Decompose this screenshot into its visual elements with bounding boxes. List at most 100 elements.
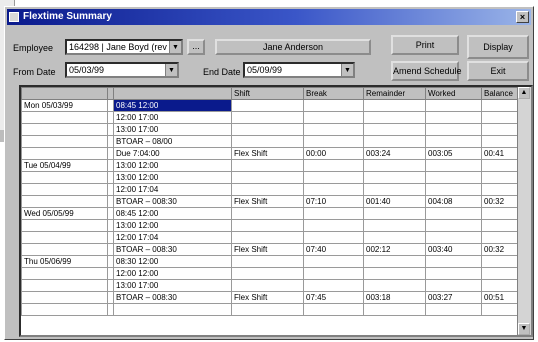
- table-cell[interactable]: [481, 99, 520, 112]
- table-cell[interactable]: [21, 135, 108, 148]
- table-row[interactable]: Wed 05/05/99 08:45 12:00: [21, 207, 520, 220]
- table-cell[interactable]: [425, 183, 482, 196]
- table-cell[interactable]: [303, 207, 364, 220]
- table-cell[interactable]: 00:32: [481, 195, 520, 208]
- table-cell[interactable]: [425, 111, 482, 124]
- table-cell[interactable]: 004:08: [425, 195, 482, 208]
- table-cell[interactable]: [481, 171, 520, 184]
- table-row[interactable]: 13:00 12:00: [21, 219, 520, 232]
- table-cell[interactable]: 002:12: [363, 243, 426, 256]
- table-cell[interactable]: [363, 111, 426, 124]
- table-cell[interactable]: [425, 255, 482, 268]
- table-cell[interactable]: [21, 219, 108, 232]
- table-cell[interactable]: 001:40: [363, 195, 426, 208]
- exit-button[interactable]: Exit: [467, 61, 529, 81]
- table-cell[interactable]: [21, 123, 108, 136]
- table-cell[interactable]: [303, 123, 364, 136]
- table-row[interactable]: 13:00 12:00: [21, 171, 520, 184]
- table-row[interactable]: 12:00 12:00: [21, 267, 520, 280]
- table-cell[interactable]: [303, 159, 364, 172]
- table-cell[interactable]: [363, 267, 426, 280]
- table-cell[interactable]: [425, 159, 482, 172]
- table-cell[interactable]: [21, 291, 108, 304]
- from-date-field[interactable]: 05/03/99 ▼: [65, 62, 179, 78]
- table-cell[interactable]: 003:24: [363, 147, 426, 160]
- table-cell[interactable]: 07:40: [303, 243, 364, 256]
- table-cell[interactable]: [231, 279, 304, 292]
- table-cell[interactable]: BTOAR – 008:30: [113, 195, 232, 208]
- column-header[interactable]: Shift: [231, 87, 304, 100]
- table-cell[interactable]: [231, 111, 304, 124]
- table-cell[interactable]: [231, 123, 304, 136]
- table-cell[interactable]: Wed 05/05/99: [21, 207, 108, 220]
- table-cell[interactable]: [481, 267, 520, 280]
- table-cell[interactable]: [231, 99, 304, 112]
- table-row[interactable]: 13:00 17:00: [21, 279, 520, 292]
- lookup-button[interactable]: ...: [187, 39, 205, 55]
- table-cell[interactable]: [21, 111, 108, 124]
- table-cell[interactable]: Mon 05/03/99: [21, 99, 108, 112]
- table-cell[interactable]: Tue 05/04/99: [21, 159, 108, 172]
- employee-field[interactable]: 164298 | Jane Boyd (rev 4) ▼: [65, 39, 183, 55]
- table-cell[interactable]: [481, 279, 520, 292]
- close-button[interactable]: ×: [516, 11, 529, 23]
- table-cell[interactable]: 08:45 12:00: [113, 207, 232, 220]
- print-button[interactable]: Print: [391, 35, 459, 55]
- table-cell[interactable]: BTOAR – 008:30: [113, 243, 232, 256]
- table-cell[interactable]: [303, 231, 364, 244]
- table-cell[interactable]: [231, 219, 304, 232]
- table-cell[interactable]: [363, 231, 426, 244]
- table-cell[interactable]: [231, 207, 304, 220]
- table-cell[interactable]: 00:00: [303, 147, 364, 160]
- table-cell[interactable]: Due 7:04:00: [113, 147, 232, 160]
- table-cell[interactable]: [481, 303, 520, 316]
- table-cell[interactable]: [425, 267, 482, 280]
- column-header[interactable]: Remainder: [363, 87, 426, 100]
- table-cell[interactable]: [481, 159, 520, 172]
- table-cell[interactable]: [113, 303, 232, 316]
- table-cell[interactable]: [303, 111, 364, 124]
- table-cell[interactable]: Flex Shift: [231, 195, 304, 208]
- table-cell[interactable]: [231, 159, 304, 172]
- table-cell[interactable]: 13:00 17:00: [113, 279, 232, 292]
- table-cell[interactable]: [21, 195, 108, 208]
- table-row[interactable]: BTOAR – 08/00: [21, 135, 520, 148]
- table-cell[interactable]: [303, 303, 364, 316]
- table-cell[interactable]: Flex Shift: [231, 291, 304, 304]
- table-cell[interactable]: [303, 267, 364, 280]
- table-cell[interactable]: [363, 135, 426, 148]
- table-cell[interactable]: [363, 123, 426, 136]
- table-cell[interactable]: [363, 207, 426, 220]
- display-button[interactable]: Display: [467, 35, 529, 59]
- table-cell[interactable]: 003:18: [363, 291, 426, 304]
- from-date-dropdown-icon[interactable]: ▼: [165, 64, 177, 76]
- table-cell[interactable]: [481, 111, 520, 124]
- table-cell[interactable]: [21, 279, 108, 292]
- table-cell[interactable]: [303, 99, 364, 112]
- end-date-dropdown-icon[interactable]: ▼: [341, 64, 353, 76]
- table-cell[interactable]: [21, 267, 108, 280]
- employee-dropdown-icon[interactable]: ▼: [169, 41, 181, 53]
- table-cell[interactable]: 08:45 12:00: [113, 99, 232, 112]
- scroll-down-icon[interactable]: ▼: [518, 323, 530, 335]
- table-cell[interactable]: [303, 171, 364, 184]
- table-cell[interactable]: [425, 135, 482, 148]
- table-cell[interactable]: [363, 219, 426, 232]
- table-cell[interactable]: [231, 255, 304, 268]
- table-row[interactable]: 13:00 17:00: [21, 123, 520, 136]
- table-cell[interactable]: [303, 219, 364, 232]
- vertical-scrollbar[interactable]: ▲ ▼: [517, 87, 531, 335]
- center-name-button[interactable]: Jane Anderson: [215, 39, 371, 55]
- table-row[interactable]: 12:00 17:00: [21, 111, 520, 124]
- table-cell[interactable]: [363, 255, 426, 268]
- flextime-grid[interactable]: Shift Break Remainder Worked Balance Mon 05/…: [19, 85, 533, 337]
- table-cell[interactable]: Thu 05/06/99: [21, 255, 108, 268]
- column-header[interactable]: Break: [303, 87, 364, 100]
- table-cell[interactable]: 00:32: [481, 243, 520, 256]
- table-cell[interactable]: [363, 183, 426, 196]
- table-cell[interactable]: [303, 279, 364, 292]
- table-cell[interactable]: 12:00 17:04: [113, 183, 232, 196]
- table-cell[interactable]: BTOAR – 008:30: [113, 291, 232, 304]
- table-cell[interactable]: [303, 135, 364, 148]
- table-row[interactable]: [21, 303, 520, 316]
